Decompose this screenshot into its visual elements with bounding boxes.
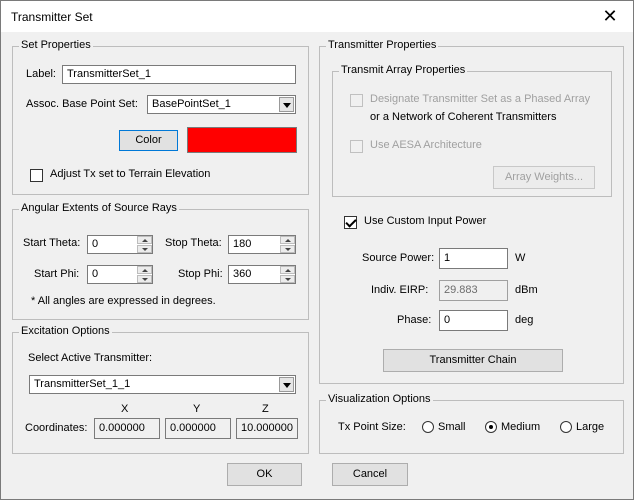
label-caption: Label: xyxy=(26,68,56,80)
start-theta-spinner[interactable]: 0 xyxy=(87,235,153,254)
stop-theta-value: 180 xyxy=(233,238,252,250)
z-label: Z xyxy=(262,403,269,415)
angles-note: * All angles are expressed in degrees. xyxy=(31,295,216,307)
aesa-checkbox[interactable] xyxy=(350,140,363,153)
window-title: Transmitter Set xyxy=(11,10,93,24)
stop-theta-spinner[interactable]: 180 xyxy=(228,235,296,254)
phase-caption: Phase: xyxy=(397,314,432,326)
chevron-down-icon[interactable] xyxy=(279,97,294,112)
chevron-down-icon[interactable] xyxy=(279,377,294,392)
visualization-options-title: Visualization Options xyxy=(326,393,433,405)
coord-z-field[interactable]: 10.000000 xyxy=(236,418,298,439)
angular-extents-title: Angular Extents of Source Rays xyxy=(19,202,179,214)
transmit-array-title: Transmit Array Properties xyxy=(339,64,468,76)
phased-array-label-line2: or a Network of Coherent Transmitters xyxy=(370,111,557,123)
start-phi-caption: Start Phi: xyxy=(34,268,80,280)
spin-down-icon[interactable] xyxy=(280,245,295,253)
point-size-medium-label: Medium xyxy=(501,421,541,433)
point-size-medium-radio[interactable] xyxy=(485,421,497,433)
stop-phi-value: 360 xyxy=(233,268,252,280)
source-power-caption: Source Power: xyxy=(362,252,435,264)
stop-phi-spinner[interactable]: 360 xyxy=(228,265,296,284)
transmitter-properties-title: Transmitter Properties xyxy=(326,39,439,51)
spin-up-icon[interactable] xyxy=(137,236,152,244)
custom-power-checkbox[interactable] xyxy=(344,216,357,229)
transmitter-set-dialog: Transmitter Set ✕ Set Properties Label: … xyxy=(0,0,634,500)
base-point-select[interactable]: BasePointSet_1 xyxy=(147,95,296,114)
excitation-options-title: Excitation Options xyxy=(19,325,112,337)
phased-array-checkbox[interactable] xyxy=(350,94,363,107)
excitation-options-group: Excitation Options Select Active Transmi… xyxy=(12,325,309,454)
color-button[interactable]: Color xyxy=(119,130,178,151)
coord-y-field[interactable]: 0.000000 xyxy=(165,418,231,439)
transmit-array-group: Transmit Array Properties Designate Tran… xyxy=(332,64,612,197)
source-power-input[interactable]: 1 xyxy=(439,248,508,269)
start-theta-value: 0 xyxy=(92,238,99,250)
base-point-value: BasePointSet_1 xyxy=(152,98,231,110)
y-label: Y xyxy=(193,403,201,415)
stop-phi-caption: Stop Phi: xyxy=(178,268,223,280)
close-icon[interactable]: ✕ xyxy=(587,1,633,32)
phased-array-label: Designate Transmitter Set as a Phased Ar… xyxy=(370,93,591,105)
active-transmitter-select[interactable]: TransmitterSet_1_1 xyxy=(29,375,296,394)
point-size-caption: Tx Point Size: xyxy=(338,421,406,433)
transmitter-properties-group: Transmitter Properties Transmit Array Pr… xyxy=(319,39,624,384)
coordinates-caption: Coordinates: xyxy=(25,422,88,434)
ok-button[interactable]: OK xyxy=(227,463,302,486)
spin-down-icon[interactable] xyxy=(280,275,295,283)
x-label: X xyxy=(121,403,129,415)
base-point-caption: Assoc. Base Point Set: xyxy=(26,98,138,110)
spin-down-icon[interactable] xyxy=(137,245,152,253)
spin-up-icon[interactable] xyxy=(280,266,295,274)
point-size-large-radio[interactable] xyxy=(560,421,572,433)
title-bar: Transmitter Set ✕ xyxy=(1,1,633,32)
point-size-small-radio[interactable] xyxy=(422,421,434,433)
set-properties-group: Set Properties Label: TransmitterSet_1 A… xyxy=(12,39,309,195)
transmitter-chain-button[interactable]: Transmitter Chain xyxy=(383,349,563,372)
aesa-label: Use AESA Architecture xyxy=(370,139,482,151)
stop-theta-caption: Stop Theta: xyxy=(165,237,222,249)
color-swatch[interactable] xyxy=(187,127,297,153)
angular-extents-group: Angular Extents of Source Rays Start The… xyxy=(12,202,309,320)
spin-up-icon[interactable] xyxy=(137,266,152,274)
spin-up-icon[interactable] xyxy=(280,236,295,244)
active-transmitter-value: TransmitterSet_1_1 xyxy=(34,378,131,390)
eirp-caption: Indiv. EIRP: xyxy=(371,284,429,296)
eirp-field: 29.883 xyxy=(439,280,508,301)
source-power-unit: W xyxy=(515,252,526,264)
array-weights-button[interactable]: Array Weights... xyxy=(493,166,595,189)
visualization-options-group: Visualization Options Tx Point Size: Sma… xyxy=(319,393,624,454)
cancel-button[interactable]: Cancel xyxy=(332,463,408,486)
point-size-large-label: Large xyxy=(576,421,605,433)
start-theta-caption: Start Theta: xyxy=(23,237,81,249)
coord-x-field[interactable]: 0.000000 xyxy=(94,418,160,439)
adjust-terrain-checkbox[interactable] xyxy=(30,169,43,182)
label-input[interactable]: TransmitterSet_1 xyxy=(62,65,296,84)
custom-power-label: Use Custom Input Power xyxy=(364,215,487,227)
phase-input[interactable]: 0 xyxy=(439,310,508,331)
spin-down-icon[interactable] xyxy=(137,275,152,283)
start-phi-spinner[interactable]: 0 xyxy=(87,265,153,284)
set-properties-title: Set Properties xyxy=(19,39,93,51)
adjust-terrain-label: Adjust Tx set to Terrain Elevation xyxy=(50,168,211,180)
start-phi-value: 0 xyxy=(92,268,99,280)
select-transmitter-caption: Select Active Transmitter: xyxy=(28,352,153,364)
eirp-unit: dBm xyxy=(515,284,538,296)
phase-unit: deg xyxy=(515,314,534,326)
point-size-small-label: Small xyxy=(438,421,466,433)
